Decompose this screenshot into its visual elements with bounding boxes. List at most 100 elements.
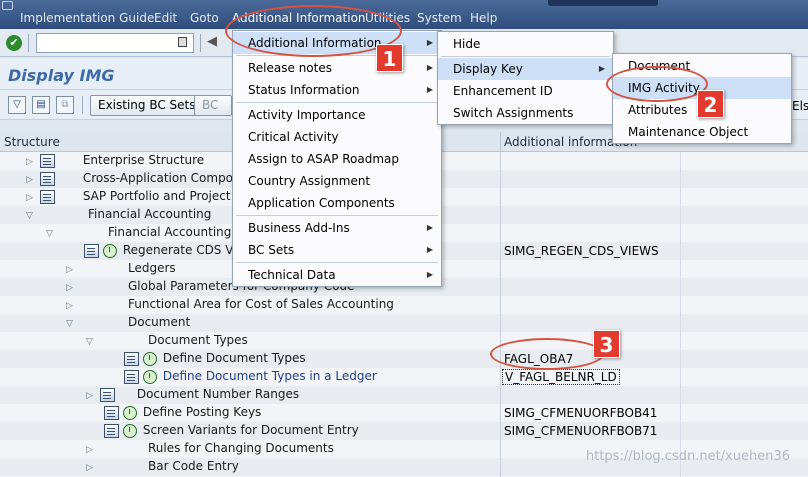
additional-information-menu: Additional Information ▶ Release notes ▶ S…	[232, 30, 442, 287]
bc-set-button[interactable]: BC	[194, 95, 232, 116]
collapse-icon[interactable]: ▽	[86, 337, 96, 347]
expand-icon[interactable]: ▷	[66, 301, 76, 311]
menu1-application-components[interactable]: Application Components	[233, 192, 441, 214]
column-divider	[500, 152, 501, 477]
menu1-status-information[interactable]: Status Information ▶	[233, 79, 441, 101]
document-icon	[99, 387, 115, 402]
tree-node-label: Ledgers	[128, 261, 176, 275]
toolbar-separator	[82, 96, 83, 114]
menu-implementation-guide[interactable]: Implementation Guide	[20, 11, 154, 25]
tree-node-label: Document Number Ranges	[136, 387, 300, 401]
tree-node[interactable]: ▷ Functional Area for Cost of Sales Accou…	[66, 297, 394, 315]
tree-node[interactable]: ▽ Financial Accounting G	[46, 225, 244, 243]
toolbar-overflow-label: Els	[792, 99, 808, 113]
menu1-technical-data[interactable]: Technical Data ▶	[233, 264, 441, 286]
additional-information-submenu: Hide Display Key ▶ Enhancement ID Switch …	[437, 31, 614, 125]
menu2-switch-assignments[interactable]: Switch Assignments	[438, 102, 613, 124]
expand-icon[interactable]: ▷	[86, 445, 96, 455]
existing-bc-sets-button[interactable]: Existing BC Sets	[90, 95, 204, 116]
tree-node[interactable]: ▽ Document	[66, 315, 190, 333]
copy-icon[interactable]: ⧉	[56, 96, 74, 114]
menu1-bc-sets[interactable]: BC Sets ▶	[233, 239, 441, 261]
structure-column-header[interactable]: Structure	[4, 135, 60, 149]
enter-check-icon[interactable]: ✔	[6, 35, 22, 51]
tree-node[interactable]: Regenerate CDS V	[84, 243, 233, 261]
menu2-hide[interactable]: Hide	[438, 33, 613, 55]
document-icon[interactable]	[104, 405, 119, 420]
document-icon	[39, 153, 55, 168]
expand-all-icon[interactable]: ▽	[8, 96, 26, 114]
document-icon[interactable]	[84, 243, 99, 258]
execute-clock-icon[interactable]	[122, 405, 137, 420]
additional-info-cell: SIMG_CFMENUORFBOB41	[504, 406, 658, 420]
system-menu-icon[interactable]	[2, 1, 13, 10]
execute-clock-icon[interactable]	[142, 351, 157, 366]
command-history-icon[interactable]	[178, 37, 187, 47]
expand-icon[interactable]: ▷	[66, 265, 76, 275]
document-icon[interactable]	[124, 351, 139, 366]
tree-node-label: SAP Portfolio and Project	[82, 189, 231, 203]
additional-info-cell: SIMG_CFMENUORFBOB71	[504, 424, 658, 438]
menu1-business-add-ins[interactable]: Business Add-Ins ▶	[233, 217, 441, 239]
menu1-critical-activity[interactable]: Critical Activity	[233, 126, 441, 148]
highlight-ellipse-2	[606, 66, 708, 102]
menu-system[interactable]: System	[417, 11, 462, 25]
document-icon	[39, 171, 55, 186]
tree-node[interactable]: ▷ Enterprise Structure	[26, 153, 204, 171]
expand-icon[interactable]: ▷	[26, 157, 36, 167]
menu1-activity-importance[interactable]: Activity Importance	[233, 104, 441, 126]
step-badge-2: 2	[697, 90, 724, 118]
tree-node[interactable]: ▷ Bar Code Entry	[86, 459, 239, 477]
menu3-maintenance-object[interactable]: Maintenance Object	[613, 121, 791, 143]
tree-node[interactable]: ▽ Financial Accounting	[26, 207, 211, 225]
step-badge-3: 3	[593, 330, 620, 358]
step-badge-1: 1	[376, 44, 403, 72]
tree-node[interactable]: ▷ SAP Portfolio and Project	[26, 189, 231, 207]
tree-node-label: Financial Accounting G	[108, 225, 245, 239]
tree-node-label: Document	[128, 315, 191, 329]
expand-icon[interactable]: ▷	[86, 391, 96, 401]
tree-node[interactable]: ▷ Cross-Application Compone	[26, 171, 248, 189]
expand-icon[interactable]: ▷	[86, 463, 96, 473]
expand-icon[interactable]: ▷	[66, 283, 76, 293]
menu-help[interactable]: Help	[470, 11, 497, 25]
tree-node[interactable]: Define Posting Keys	[104, 405, 261, 423]
menu2-enhancement-id[interactable]: Enhancement ID	[438, 80, 613, 102]
tree-node[interactable]: ▷ Ledgers	[66, 261, 176, 279]
tree-node-label: Regenerate CDS V	[122, 243, 234, 257]
menu1-release-notes[interactable]: Release notes ▶	[233, 57, 441, 79]
nav-back-icon[interactable]: ◀	[207, 34, 217, 49]
tree-node[interactable]: ▷ Rules for Changing Documents	[86, 441, 334, 459]
menu2-display-key[interactable]: Display Key ▶	[438, 58, 613, 80]
execute-clock-icon[interactable]	[142, 369, 157, 384]
collapse-icon[interactable]: ▽	[26, 211, 36, 221]
document-icon	[39, 189, 55, 204]
menu-goto[interactable]: Goto	[190, 11, 219, 25]
window-controls[interactable]	[548, 0, 658, 6]
page-title: Display IMG	[8, 66, 115, 85]
menu1-assign-asap-roadmap[interactable]: Assign to ASAP Roadmap	[233, 148, 441, 170]
tree-node-label: Screen Variants for Document Entry	[142, 423, 359, 437]
tree-node[interactable]: Screen Variants for Document Entry	[104, 423, 359, 441]
menu-edit[interactable]: Edit	[154, 11, 177, 25]
additional-info-cell[interactable]: V_FAGL_BELNR_LD	[502, 369, 620, 385]
collapse-icon[interactable]: ▽	[66, 319, 76, 329]
column-separator[interactable]	[500, 132, 501, 152]
toolbar-separator	[200, 34, 201, 52]
expand-icon[interactable]: ▷	[26, 193, 36, 203]
expand-icon[interactable]: ▷	[26, 175, 36, 185]
document-icon[interactable]	[124, 369, 139, 384]
tree-node[interactable]: ▽ Document Types	[86, 333, 248, 351]
tree-node[interactable]: Define Document Types	[124, 351, 306, 369]
tree-node[interactable]: ▷ Document Number Ranges	[86, 387, 299, 405]
execute-clock-icon[interactable]	[122, 423, 137, 438]
document-icon[interactable]	[104, 423, 119, 438]
execute-clock-icon[interactable]	[102, 243, 117, 258]
tree-node[interactable]: Define Document Types in a Ledger	[124, 369, 377, 387]
command-field[interactable]	[36, 33, 194, 53]
tree-node-label: Bar Code Entry	[148, 459, 239, 473]
tree-node-label: Define Posting Keys	[142, 405, 262, 419]
collapse-icon[interactable]: ▽	[46, 229, 56, 239]
select-icon[interactable]: ▤	[32, 96, 50, 114]
menu1-country-assignment[interactable]: Country Assignment	[233, 170, 441, 192]
